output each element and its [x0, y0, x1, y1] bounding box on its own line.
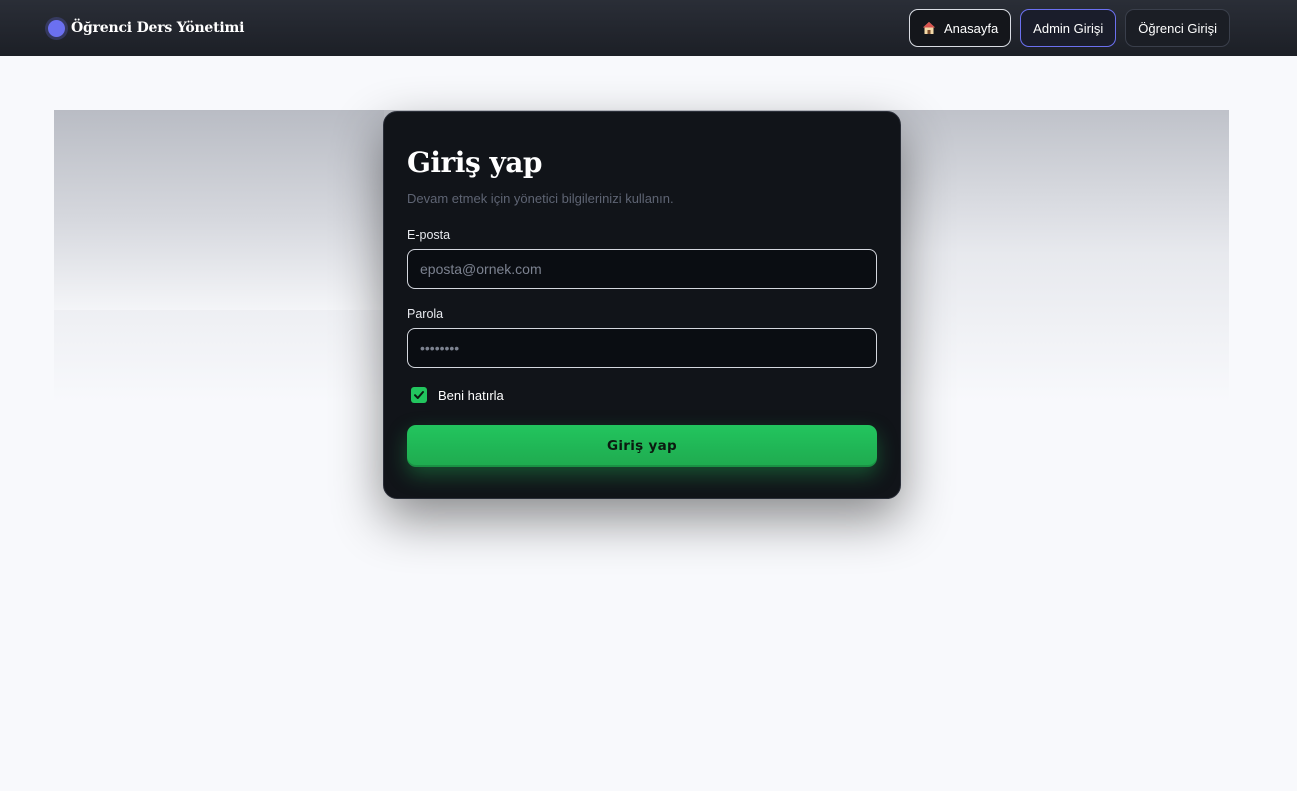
- remember-label: Beni hatırla: [438, 387, 504, 403]
- student-login-button[interactable]: Öğrenci Girişi: [1125, 9, 1230, 47]
- login-card: Giriş yap Devam etmek için yönetici bilg…: [383, 111, 901, 499]
- remember-me[interactable]: Beni hatırla: [407, 387, 876, 403]
- login-subtitle: Devam etmek için yönetici bilgilerinizi …: [407, 191, 674, 206]
- home-icon: [922, 22, 935, 34]
- brand-logo-icon: [48, 19, 65, 37]
- password-input[interactable]: [407, 328, 877, 368]
- home-button[interactable]: Anasayfa: [908, 9, 1012, 47]
- brand[interactable]: Öğrenci Ders Yönetimi: [48, 19, 245, 37]
- password-label: Parola: [407, 307, 444, 321]
- email-label: E-posta: [407, 228, 451, 242]
- home-button-label: Anasayfa: [943, 20, 999, 36]
- nav-buttons: Anasayfa Admin Girişi Öğrenci Girişi: [908, 9, 1230, 47]
- hero-background-left: [54, 110, 384, 310]
- check-icon: [414, 391, 424, 399]
- remember-checkbox[interactable]: [411, 387, 427, 403]
- admin-login-label: Admin Girişi: [1033, 20, 1104, 36]
- top-navbar: Öğrenci Ders Yönetimi Anasayfa Admin Gir…: [0, 0, 1297, 56]
- brand-title: Öğrenci Ders Yönetimi: [71, 20, 245, 36]
- admin-login-button[interactable]: Admin Girişi: [1020, 9, 1117, 47]
- email-input[interactable]: [407, 249, 877, 289]
- student-login-label: Öğrenci Girişi: [1138, 20, 1217, 36]
- login-title: Giriş yap: [407, 146, 542, 179]
- login-submit-button[interactable]: Giriş yap: [407, 425, 877, 467]
